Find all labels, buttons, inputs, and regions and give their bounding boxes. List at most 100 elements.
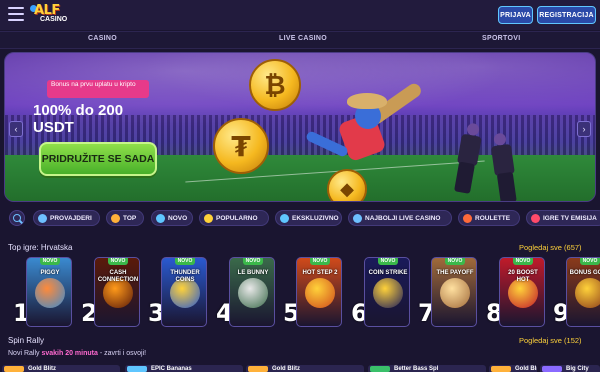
category-label: ROULETTE <box>475 214 511 222</box>
bonus-tag: Bonus na prvu uplatu u kripto <box>47 80 149 98</box>
providers-icon <box>38 213 47 223</box>
category-label: NAJBOLJI LIVE CASINO <box>365 214 441 222</box>
spin-rally-card[interactable]: Gold Blitz <box>246 365 364 372</box>
game-tile[interactable]: NOVO PIGGY <box>26 257 72 327</box>
login-button[interactable]: PRIJAVA <box>498 6 533 24</box>
top-games-see-all-link[interactable]: Pogledaj sve (657) <box>519 243 582 252</box>
category-label: POPULARNO <box>216 214 258 222</box>
spin-rally-game-name: Gold Blitz <box>28 366 56 372</box>
game-artwork <box>35 278 65 308</box>
logo[interactable]: ALF CASINO <box>30 3 72 27</box>
subtitle-text: - zavrti i osvoji! <box>97 350 147 357</box>
game-thumbnail <box>248 366 268 372</box>
game-thumbnail <box>127 366 147 372</box>
main-nav: CASINO LIVE CASINO SPORTOVI <box>0 31 600 49</box>
game-tile[interactable]: NOVO BONUS GOLD <box>566 257 600 327</box>
game-tile[interactable]: NOVO CASH CONNECTION <box>94 257 140 327</box>
spin-rally-game-name: Gold Blitz <box>272 366 300 372</box>
roulette-icon <box>463 213 472 223</box>
new-badge: NOVO <box>378 258 398 265</box>
game-title: CASH CONNECTION <box>97 270 139 283</box>
game-tile[interactable]: NOVO HOT STEP 2 <box>296 257 342 327</box>
category-label: TOP <box>123 214 137 222</box>
promo-banner[interactable]: ₿ ₮ ◆ Bonus na prvu uplatu u kripto 100%… <box>4 52 596 202</box>
search-icon[interactable] <box>9 210 25 226</box>
new-badge: NOVO <box>513 258 533 265</box>
register-button[interactable]: REGISTRACIJA <box>537 6 596 24</box>
logo-subtext: CASINO <box>40 16 68 23</box>
category-bar: PROVAJDERI TOP NOVO POPULARNO EKSKLUZIVN… <box>0 207 600 229</box>
spin-rally-card[interactable]: Gold Blitz <box>489 365 537 372</box>
category-top[interactable]: TOP <box>106 210 144 226</box>
bonus-headline: 100% do 200 USDT <box>33 102 124 136</box>
join-now-button[interactable]: PRIDRUŽITE SE SADA <box>39 142 157 176</box>
spin-rally-list: Gold Blitz EPIC Bananas Gold Blitz Better B… <box>0 365 600 372</box>
category-exclusive[interactable]: EKSKLUZIVNO <box>275 210 342 226</box>
spin-rally-title: Spin Rally <box>8 336 45 345</box>
spin-rally-card[interactable]: Better Bass Spl <box>368 365 486 372</box>
spin-rally-card[interactable]: Big City <box>540 365 600 372</box>
category-label: PROVAJDERI <box>50 214 92 222</box>
game-thumbnail <box>370 366 390 372</box>
game-thumbnail <box>4 366 24 372</box>
game-title: THE PAYOFF <box>436 270 474 276</box>
game-artwork <box>305 278 335 308</box>
game-title: PIGGY <box>40 270 60 276</box>
category-label: IGRE TV EMISIJA <box>543 214 597 222</box>
game-tile[interactable]: NOVO COIN STRIKE <box>364 257 410 327</box>
game-title: COIN STRIKE <box>368 270 408 276</box>
new-badge: NOVO <box>108 258 128 265</box>
new-badge: NOVO <box>310 258 330 265</box>
game-artwork <box>238 278 268 308</box>
spin-rally-game-name: EPIC Bananas <box>151 366 192 372</box>
new-badge: NOVO <box>40 258 60 265</box>
new-badge: NOVO <box>580 258 600 265</box>
banner-prev-arrow-icon[interactable]: ‹ <box>9 121 23 137</box>
spin-rally-game-name: Gold Blitz <box>515 366 537 372</box>
spin-rally-game-name: Big City <box>566 366 589 372</box>
category-tv-shows[interactable]: IGRE TV EMISIJA <box>526 210 600 226</box>
bitcoin-coin-icon: ₿ <box>249 59 301 111</box>
category-roulette[interactable]: ROULETTE <box>458 210 520 226</box>
subtitle-text: Novi Rally <box>8 350 42 357</box>
live-casino-icon <box>353 213 362 223</box>
new-badge: NOVO <box>175 258 195 265</box>
trophy-icon <box>111 213 120 223</box>
new-icon <box>156 213 165 223</box>
game-thumbnail <box>491 366 511 372</box>
spin-rally-card[interactable]: Gold Blitz <box>2 365 120 372</box>
banner-next-arrow-icon[interactable]: › <box>577 121 591 137</box>
top-header: ALF CASINO PRIJAVA REGISTRACIJA <box>0 0 600 30</box>
game-artwork <box>575 278 600 308</box>
nav-sport[interactable]: SPORTOVI <box>482 35 520 42</box>
game-artwork <box>373 278 403 308</box>
new-badge: NOVO <box>445 258 465 265</box>
nav-casino[interactable]: CASINO <box>88 35 117 42</box>
game-tile[interactable]: NOVO THE PAYOFF <box>431 257 477 327</box>
game-tile[interactable]: NOVO LE BUNNY <box>229 257 275 327</box>
game-thumbnail <box>542 366 562 372</box>
subtitle-highlight: svakih 20 minuta <box>41 350 98 357</box>
hamburger-menu-icon[interactable] <box>8 7 24 21</box>
category-label: NOVO <box>168 214 188 222</box>
nav-live-casino[interactable]: LIVE CASINO <box>279 35 327 42</box>
category-label: EKSKLUZIVNO <box>292 214 339 222</box>
mascot-player-illustration <box>304 81 424 181</box>
game-title: BONUS GOLD <box>569 270 600 276</box>
tether-coin-icon: ₮ <box>213 118 269 174</box>
spin-rally-see-all-link[interactable]: Pogledaj sve (152) <box>519 336 582 345</box>
spin-rally-card[interactable]: EPIC Bananas <box>125 365 243 372</box>
category-new[interactable]: NOVO <box>151 210 193 226</box>
spin-rally-game-name: Better Bass Spl <box>394 366 439 372</box>
game-title: LE BUNNY <box>237 270 269 276</box>
new-badge: NOVO <box>243 258 263 265</box>
category-best-live-casino[interactable]: NAJBOLJI LIVE CASINO <box>348 210 452 226</box>
game-tile[interactable]: NOVO 20 BOOST HOT <box>499 257 545 327</box>
tv-icon <box>531 213 540 223</box>
game-title: 20 BOOST HOT <box>508 270 538 283</box>
category-popular[interactable]: POPULARNO <box>199 210 269 226</box>
game-artwork <box>440 278 470 308</box>
category-providers[interactable]: PROVAJDERI <box>33 210 100 226</box>
game-title: HOT STEP 2 <box>302 270 338 276</box>
game-tile[interactable]: NOVO THUNDER COINS <box>161 257 207 327</box>
